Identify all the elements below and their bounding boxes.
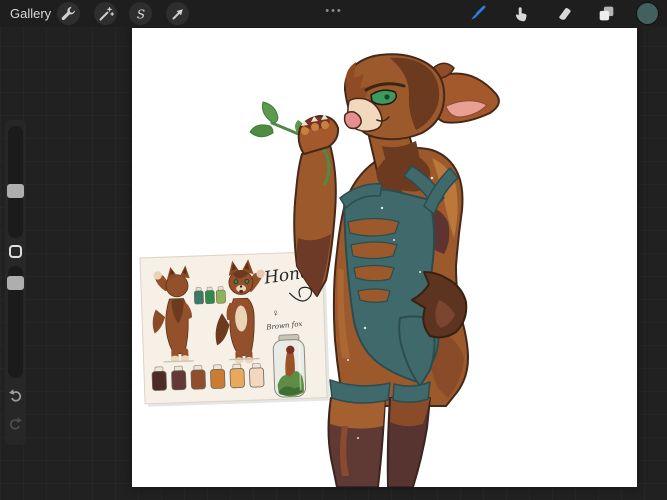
adjustments-button[interactable] — [94, 2, 117, 25]
sprig-leaf — [250, 125, 273, 137]
palette-jar — [210, 369, 225, 388]
arrow-cursor-icon — [168, 4, 188, 24]
transform-button[interactable] — [166, 2, 189, 25]
magic-wand-icon — [96, 4, 116, 24]
paintbrush-icon — [467, 3, 488, 24]
artwork: Honey ♀ Brown fox — [132, 28, 637, 487]
layers-button[interactable] — [596, 3, 617, 24]
selection-s-icon: S — [131, 4, 151, 24]
character-eye — [371, 90, 396, 105]
redo-button[interactable] — [6, 414, 25, 433]
gender-symbol-text: ♀ — [272, 308, 280, 319]
character-head — [345, 54, 445, 139]
green-jar-swatches — [194, 287, 226, 305]
palette-jar — [152, 371, 167, 390]
palette-jar — [171, 370, 186, 389]
sprig-leaf — [262, 102, 278, 123]
character-legs — [329, 398, 431, 487]
palette-jar — [191, 370, 206, 389]
gallery-button[interactable]: Gallery — [10, 0, 51, 27]
palette-jar — [205, 290, 214, 303]
overflow-handle[interactable]: ••• — [316, 0, 352, 25]
palette-jar — [194, 291, 203, 304]
undo-button[interactable] — [6, 386, 25, 405]
palette-jar — [216, 290, 225, 303]
procreate-app: Gallery S ••• — [0, 0, 667, 500]
palette-jar — [230, 368, 245, 387]
brush-sidebar — [5, 120, 26, 445]
color-button[interactable] — [637, 3, 658, 24]
eraser-button[interactable] — [554, 3, 575, 24]
smudge-finger-icon — [512, 3, 533, 24]
smudge-button[interactable] — [512, 3, 533, 24]
size-slider-handle[interactable] — [7, 184, 24, 198]
modify-button[interactable] — [9, 245, 22, 258]
terrarium-jar — [273, 334, 306, 397]
selection-button[interactable]: S — [129, 2, 152, 25]
actions-button[interactable] — [57, 2, 80, 25]
palette-jar — [249, 368, 264, 387]
wrench-icon — [59, 4, 79, 24]
size-slider[interactable] — [8, 126, 23, 238]
drawing-canvas[interactable]: Honey ♀ Brown fox — [132, 28, 637, 487]
opacity-slider-handle[interactable] — [7, 276, 24, 290]
eraser-icon — [554, 3, 575, 24]
top-toolbar: Gallery S ••• — [0, 0, 667, 27]
brush-button[interactable] — [467, 3, 488, 24]
layers-icon — [596, 3, 617, 24]
svg-text:S: S — [136, 7, 144, 21]
character-nose — [345, 112, 362, 129]
